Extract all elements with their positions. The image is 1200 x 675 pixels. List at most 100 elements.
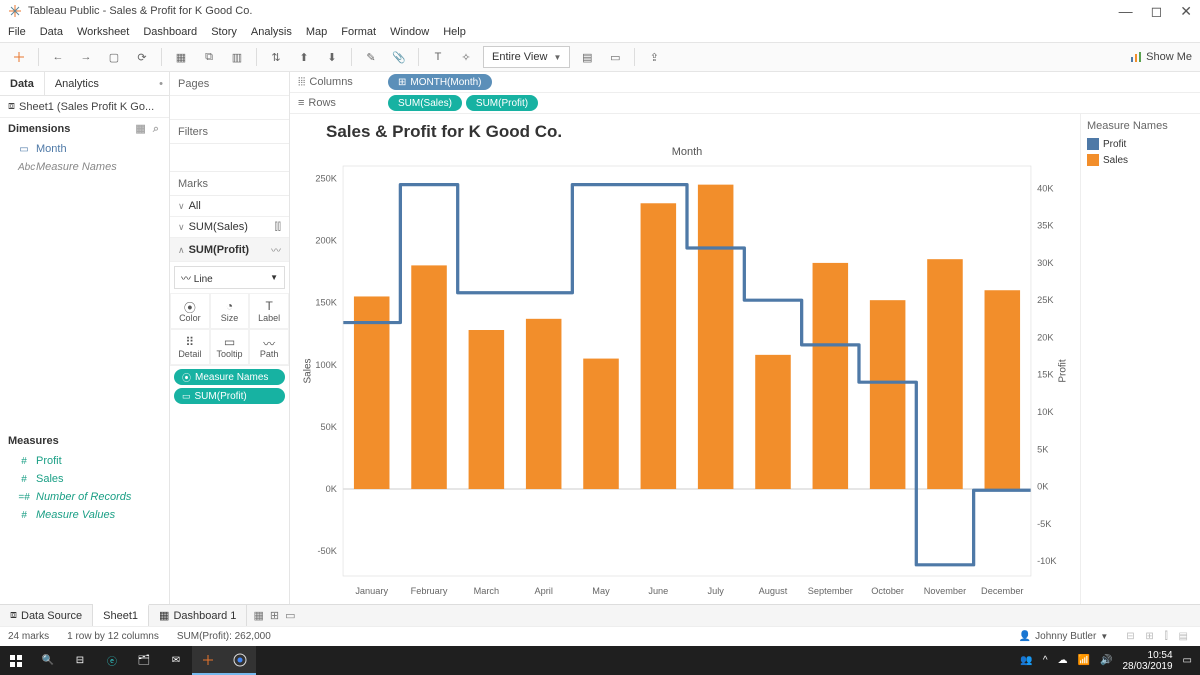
duplicate-button[interactable]: ⧉ <box>198 46 220 68</box>
chart-canvas[interactable]: -50K0K50K100K150K200K250K-10K-5K0K5K10K1… <box>298 160 1076 600</box>
marks-sum-sales[interactable]: ∨SUM(Sales)⫿⫿ <box>170 217 289 238</box>
search-button[interactable]: 🔍 <box>32 646 64 675</box>
tab-analytics[interactable]: Analytics <box>44 72 109 95</box>
show-me-icon <box>1130 51 1142 63</box>
tray-chevron-icon[interactable]: ^ <box>1043 655 1048 666</box>
rows-shelf[interactable]: ≡ Rows SUM(Sales) SUM(Profit) <box>290 93 1200 114</box>
marks-label[interactable]: TLabel <box>249 293 289 329</box>
datasource-icon: ⧈ <box>10 609 17 622</box>
tableau-icon[interactable] <box>8 46 30 68</box>
tab-sheet1[interactable]: Sheet1 <box>93 604 149 626</box>
mail-icon[interactable]: ✉ <box>160 646 192 675</box>
notifications-button[interactable]: ▭ <box>1183 655 1192 666</box>
pages-shelf[interactable]: Pages <box>170 72 289 96</box>
task-view-button[interactable]: ⊟ <box>64 646 96 675</box>
menu-worksheet[interactable]: Worksheet <box>77 26 129 38</box>
svg-text:February: February <box>411 586 448 596</box>
marks-all[interactable]: ∨All <box>170 196 289 217</box>
window-close-button[interactable]: ✕ <box>1180 3 1192 20</box>
view-mode-icons[interactable]: ⊟ ⊞ ⫿ ▤ <box>1126 631 1192 642</box>
new-worksheet-button[interactable]: ▦ <box>170 46 192 68</box>
save-button[interactable]: ▢ <box>103 46 125 68</box>
pill-sum-profit-row[interactable]: SUM(Profit) <box>466 95 538 111</box>
show-me-button[interactable]: Show Me <box>1130 51 1192 63</box>
show-cards-button[interactable]: ▤ <box>576 46 598 68</box>
share-button[interactable]: ⇪ <box>643 46 665 68</box>
field-month[interactable]: ▭ Month <box>0 140 169 158</box>
menu-help[interactable]: Help <box>443 26 466 38</box>
start-button[interactable] <box>0 646 32 675</box>
new-worksheet-button[interactable]: ▦ <box>253 609 263 622</box>
field-number-of-records[interactable]: =#Number of Records <box>0 488 169 506</box>
mark-type-selector[interactable]: 〰 Line ▼ <box>174 266 285 289</box>
datasource-item[interactable]: ⧈ Sheet1 (Sales Profit K Go... <box>0 96 169 118</box>
back-button[interactable]: ← <box>47 46 69 68</box>
new-dashboard-button[interactable]: ⊞ <box>270 609 279 622</box>
pill-sum-profit[interactable]: ▭SUM(Profit) <box>174 388 285 404</box>
pin-button[interactable]: ✧ <box>455 46 477 68</box>
filters-shelf[interactable]: Filters <box>170 120 289 144</box>
dimensions-tools-icon[interactable]: ▦ ⌕ <box>135 122 161 136</box>
wifi-icon[interactable]: 📶 <box>1078 655 1090 666</box>
taskbar-clock[interactable]: 10:54 28/03/2019 <box>1122 650 1172 672</box>
menu-analysis[interactable]: Analysis <box>251 26 292 38</box>
tab-data[interactable]: Data <box>0 72 44 95</box>
clear-button[interactable]: ▥ <box>226 46 248 68</box>
number-icon: # <box>18 474 30 485</box>
window-minimize-button[interactable]: — <box>1119 3 1133 20</box>
labels-button[interactable]: T <box>427 46 449 68</box>
field-measure-names[interactable]: Abc Measure Names <box>0 158 169 176</box>
pane-menu-icon[interactable]: • <box>159 78 163 90</box>
new-story-button[interactable]: ▭ <box>285 609 295 622</box>
tableau-logo-icon <box>8 4 22 18</box>
viz-title[interactable]: Sales & Profit for K Good Co. <box>298 122 1076 146</box>
field-sales[interactable]: #Sales <box>0 470 169 488</box>
user-menu[interactable]: 👤Johnny Butler▼ <box>1019 631 1109 642</box>
window-maximize-button[interactable]: ◻ <box>1151 3 1163 20</box>
legend-item-sales[interactable]: Sales <box>1087 152 1194 168</box>
marks-size[interactable]: ◔Size <box>210 293 250 329</box>
marks-sum-profit[interactable]: ∧SUM(Profit)〰 <box>170 238 289 262</box>
marks-color[interactable]: ⦿Color <box>170 293 210 329</box>
svg-text:40K: 40K <box>1037 183 1053 193</box>
pill-month[interactable]: ⊞MONTH(Month) <box>388 74 492 90</box>
toolbar: ← → ▢ ⟳ ▦ ⧉ ▥ ⇅ ⬆ ⬇ ✎ 📎 T ✧ Entire View … <box>0 42 1200 72</box>
edge-icon[interactable]: ⓔ <box>96 646 128 675</box>
menu-story[interactable]: Story <box>211 26 237 38</box>
tab-data-source[interactable]: ⧈Data Source <box>0 605 93 626</box>
menu-dashboard[interactable]: Dashboard <box>143 26 197 38</box>
tableau-taskbar-icon[interactable] <box>192 646 224 675</box>
marks-detail[interactable]: ⠿Detail <box>170 329 210 365</box>
people-icon[interactable]: 👥 <box>1020 655 1032 666</box>
new-datasource-button[interactable]: ⟳ <box>131 46 153 68</box>
marks-tooltip[interactable]: ▭Tooltip <box>210 329 250 365</box>
measures-header: Measures <box>0 430 169 452</box>
fit-selector[interactable]: Entire View ▼ <box>483 46 570 68</box>
menu-window[interactable]: Window <box>390 26 429 38</box>
svg-text:Sales: Sales <box>302 359 313 384</box>
marks-path[interactable]: 〰Path <box>249 329 289 365</box>
menu-map[interactable]: Map <box>306 26 327 38</box>
legend-item-profit[interactable]: Profit <box>1087 136 1194 152</box>
sort-asc-button[interactable]: ⬆ <box>293 46 315 68</box>
sort-desc-button[interactable]: ⬇ <box>321 46 343 68</box>
field-profit[interactable]: #Profit <box>0 452 169 470</box>
group-button[interactable]: 📎 <box>388 46 410 68</box>
forward-button[interactable]: → <box>75 46 97 68</box>
onedrive-icon[interactable]: ☁ <box>1058 655 1068 666</box>
tab-dashboard1[interactable]: ▦Dashboard 1 <box>149 605 247 626</box>
svg-text:July: July <box>707 586 724 596</box>
highlight-button[interactable]: ✎ <box>360 46 382 68</box>
menu-format[interactable]: Format <box>341 26 376 38</box>
swap-button[interactable]: ⇅ <box>265 46 287 68</box>
pill-measure-names[interactable]: ⦿Measure Names <box>174 369 285 385</box>
columns-shelf[interactable]: ⦙⦙⦙ Columns ⊞MONTH(Month) <box>290 72 1200 93</box>
presentation-button[interactable]: ▭ <box>604 46 626 68</box>
menu-file[interactable]: File <box>8 26 26 38</box>
pill-sum-sales[interactable]: SUM(Sales) <box>388 95 462 111</box>
chrome-icon[interactable] <box>224 646 256 675</box>
explorer-icon[interactable]: 🗂 <box>128 646 160 675</box>
field-measure-values[interactable]: #Measure Values <box>0 506 169 524</box>
volume-icon[interactable]: 🔊 <box>1100 655 1112 666</box>
menu-data[interactable]: Data <box>40 26 63 38</box>
